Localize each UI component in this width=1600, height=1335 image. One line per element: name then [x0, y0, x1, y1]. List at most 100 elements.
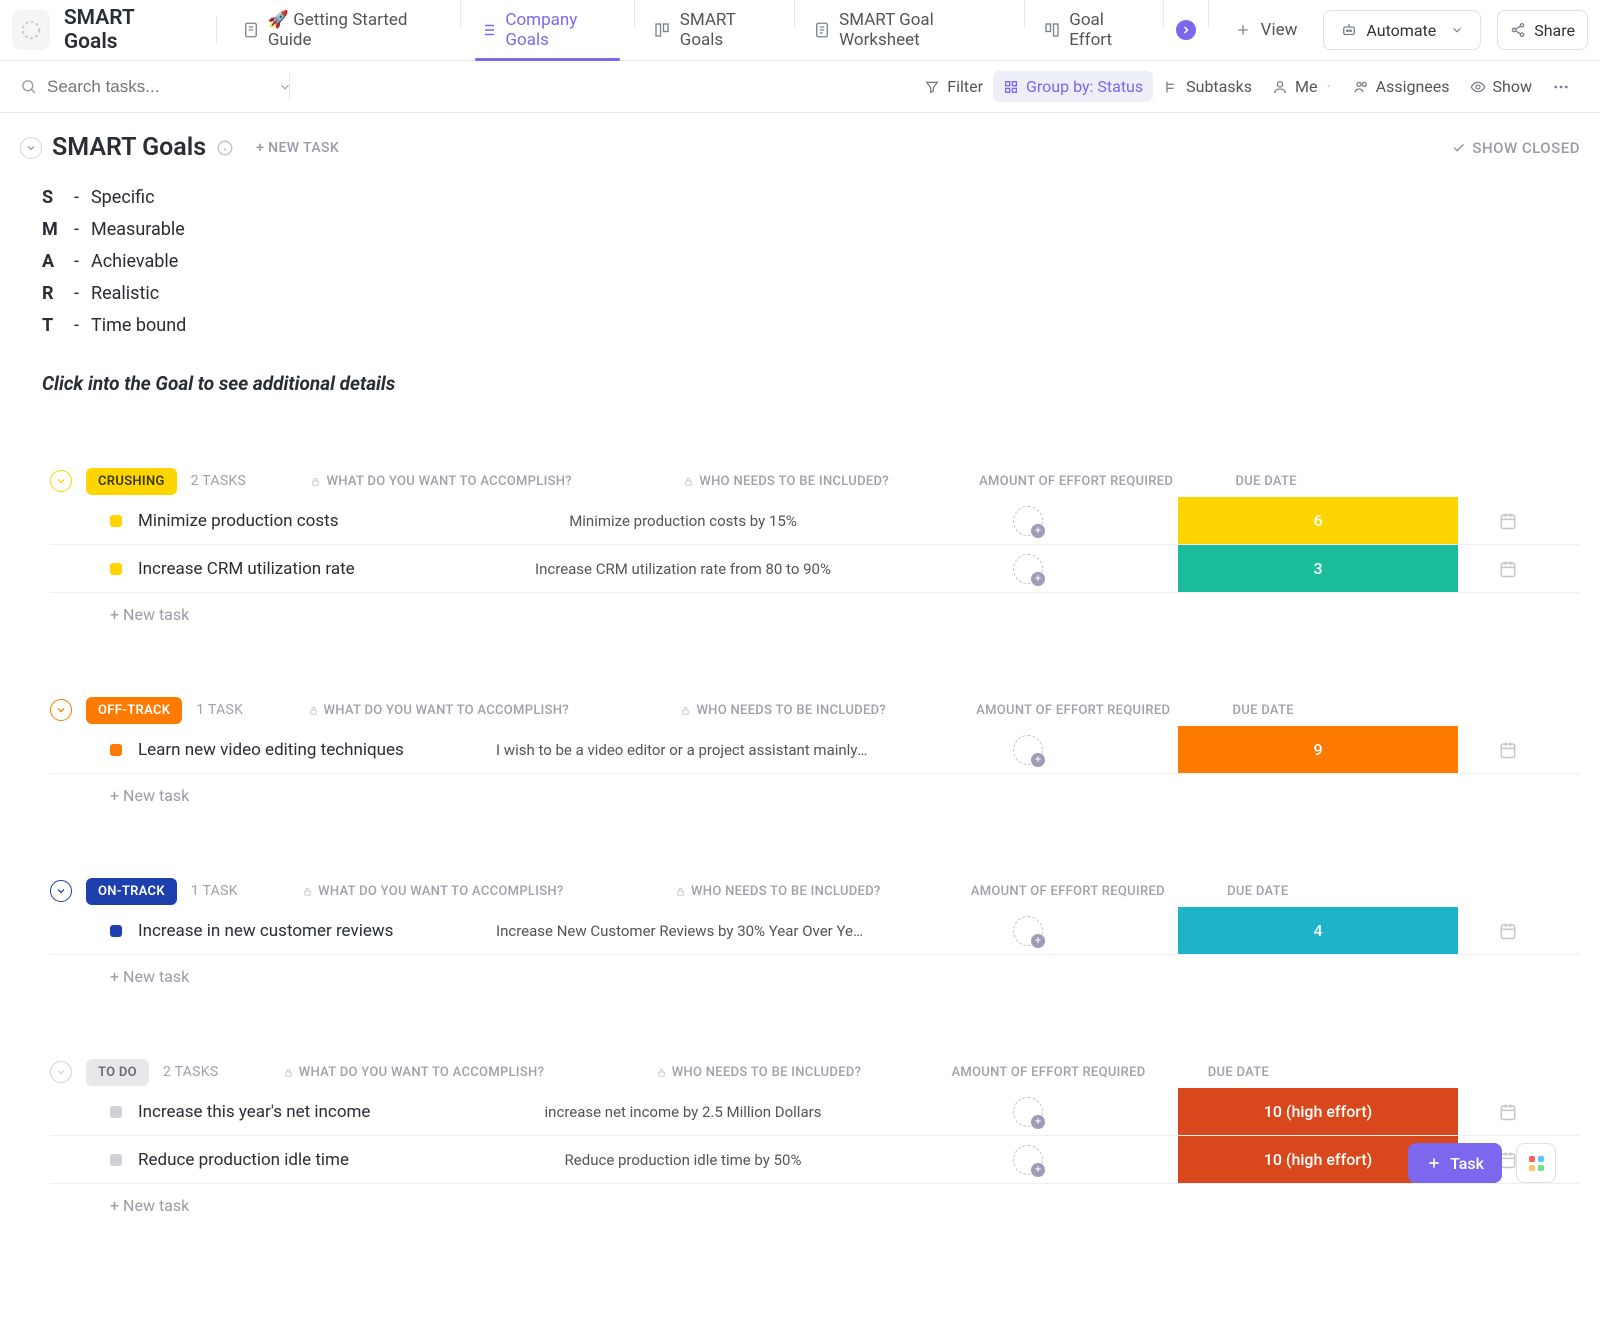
col-due[interactable]: DUE DATE	[1213, 703, 1313, 718]
task-accomplish[interactable]: Increase CRM utilization rate from 80 to…	[488, 560, 878, 578]
col-effort[interactable]: AMOUNT OF EFFORT REQUIRED	[936, 474, 1216, 489]
filter-button[interactable]: Filter	[914, 71, 993, 102]
collapse-all-icon[interactable]	[20, 137, 42, 159]
search-input[interactable]	[47, 77, 268, 97]
task-name[interactable]: Learn new video editing techniques	[138, 740, 488, 760]
task-name[interactable]: Increase this year's net income	[138, 1102, 488, 1122]
task-accomplish[interactable]: Reduce production idle time by 50%	[488, 1151, 878, 1169]
new-task-row[interactable]: + New task	[50, 774, 1580, 805]
task-due[interactable]	[1458, 1102, 1558, 1122]
col-due[interactable]: DUE DATE	[1208, 884, 1308, 899]
task-name[interactable]: Reduce production idle time	[138, 1150, 488, 1170]
collapse-icon[interactable]	[50, 880, 72, 902]
task-row[interactable]: Increase CRM utilization rateIncrease CR…	[50, 545, 1580, 593]
task-row[interactable]: Minimize production costsMinimize produc…	[50, 497, 1580, 545]
share-button[interactable]: Share	[1497, 10, 1588, 50]
task-name[interactable]: Increase CRM utilization rate	[138, 559, 488, 579]
task-due[interactable]	[1458, 921, 1558, 941]
status-dot[interactable]	[110, 515, 122, 527]
tab-smart-goal-worksheet[interactable]: SMART Goal Worksheet	[799, 0, 1020, 60]
show-closed-button[interactable]: SHOW CLOSED	[1451, 139, 1580, 157]
tab--getting-started-guide[interactable]: 🚀 Getting Started Guide	[227, 0, 456, 60]
task-include[interactable]	[878, 1145, 1178, 1175]
new-task-row[interactable]: + New task	[50, 1184, 1580, 1215]
task-row[interactable]: Learn new video editing techniquesI wish…	[50, 726, 1580, 774]
app-icon	[12, 10, 50, 50]
task-row[interactable]: Increase this year's net incomeincrease …	[50, 1088, 1580, 1136]
col-effort[interactable]: AMOUNT OF EFFORT REQUIRED	[933, 703, 1213, 718]
collapse-icon[interactable]	[50, 1061, 72, 1083]
task-effort[interactable]: 3	[1178, 545, 1458, 592]
smart-desc: Achievable	[91, 246, 178, 278]
col-accomplish[interactable]: WHAT DO YOU WANT TO ACCOMPLISH?	[243, 703, 633, 718]
task-row[interactable]: Increase in new customer reviewsIncrease…	[50, 907, 1580, 955]
collapse-icon[interactable]	[50, 699, 72, 721]
more-views-button[interactable]	[1168, 0, 1204, 60]
new-task-row[interactable]: + New task	[50, 593, 1580, 624]
me-button[interactable]: Me·	[1262, 71, 1343, 102]
task-include[interactable]	[878, 735, 1178, 765]
assignee-placeholder-icon[interactable]	[1013, 735, 1043, 765]
task-effort[interactable]: 4	[1178, 907, 1458, 954]
col-accomplish[interactable]: WHAT DO YOU WANT TO ACCOMPLISH?	[218, 1065, 608, 1080]
fab-task-button[interactable]: Task	[1408, 1143, 1502, 1183]
assignee-placeholder-icon[interactable]	[1013, 1145, 1043, 1175]
new-task-row[interactable]: + New task	[50, 955, 1580, 986]
col-include[interactable]: WHO NEEDS TO BE INCLUDED?	[633, 703, 933, 718]
task-due[interactable]	[1458, 559, 1558, 579]
status-dot[interactable]	[110, 1106, 122, 1118]
assignees-button[interactable]: Assignees	[1343, 71, 1460, 102]
new-task-button[interactable]: + NEW TASK	[256, 140, 339, 156]
task-effort[interactable]: 6	[1178, 497, 1458, 544]
status-pill[interactable]: TO DO	[86, 1059, 149, 1086]
status-dot[interactable]	[110, 563, 122, 575]
col-effort[interactable]: AMOUNT OF EFFORT REQUIRED	[928, 884, 1208, 899]
task-due[interactable]	[1458, 740, 1558, 760]
task-effort[interactable]: 10 (high effort)	[1178, 1088, 1458, 1135]
task-include[interactable]	[878, 554, 1178, 584]
task-include[interactable]	[878, 1097, 1178, 1127]
status-pill[interactable]: CRUSHING	[86, 468, 177, 495]
status-dot[interactable]	[110, 744, 122, 756]
task-accomplish[interactable]: Minimize production costs by 15%	[488, 512, 878, 530]
tab-company-goals[interactable]: Company Goals	[465, 0, 630, 60]
subtasks-button[interactable]: Subtasks	[1153, 71, 1262, 102]
task-name[interactable]: Increase in new customer reviews	[138, 921, 488, 941]
automate-button[interactable]: Automate	[1323, 10, 1481, 50]
tab-goal-effort[interactable]: Goal Effort	[1029, 0, 1159, 60]
robot-icon	[1340, 21, 1358, 39]
col-accomplish[interactable]: WHAT DO YOU WANT TO ACCOMPLISH?	[246, 474, 636, 489]
status-dot[interactable]	[110, 1154, 122, 1166]
col-include[interactable]: WHO NEEDS TO BE INCLUDED?	[608, 1065, 908, 1080]
col-due[interactable]: DUE DATE	[1188, 1065, 1288, 1080]
tab-smart-goals[interactable]: SMART Goals	[639, 0, 789, 60]
status-pill[interactable]: OFF-TRACK	[86, 697, 182, 724]
assignee-placeholder-icon[interactable]	[1013, 916, 1043, 946]
assignee-placeholder-icon[interactable]	[1013, 1097, 1043, 1127]
task-accomplish[interactable]: I wish to be a video editor or a project…	[488, 741, 878, 759]
status-dot[interactable]	[110, 925, 122, 937]
view-button[interactable]: View	[1219, 0, 1312, 60]
task-include[interactable]	[878, 916, 1178, 946]
show-button[interactable]: Show	[1460, 71, 1542, 102]
task-due[interactable]	[1458, 511, 1558, 531]
collapse-icon[interactable]	[50, 470, 72, 492]
fab-apps-button[interactable]	[1516, 1143, 1556, 1183]
task-accomplish[interactable]: increase net income by 2.5 Million Dolla…	[488, 1103, 878, 1121]
task-effort[interactable]: 9	[1178, 726, 1458, 773]
groupby-button[interactable]: Group by: Status	[993, 71, 1153, 102]
col-include[interactable]: WHO NEEDS TO BE INCLUDED?	[628, 884, 928, 899]
status-pill[interactable]: ON-TRACK	[86, 878, 177, 905]
col-accomplish[interactable]: WHAT DO YOU WANT TO ACCOMPLISH?	[238, 884, 628, 899]
assignee-placeholder-icon[interactable]	[1013, 506, 1043, 536]
more-button[interactable]	[1542, 72, 1580, 102]
col-include[interactable]: WHO NEEDS TO BE INCLUDED?	[636, 474, 936, 489]
col-effort[interactable]: AMOUNT OF EFFORT REQUIRED	[908, 1065, 1188, 1080]
task-row[interactable]: Reduce production idle timeReduce produc…	[50, 1136, 1580, 1184]
task-include[interactable]	[878, 506, 1178, 536]
task-accomplish[interactable]: Increase New Customer Reviews by 30% Yea…	[488, 922, 878, 940]
col-due[interactable]: DUE DATE	[1216, 474, 1316, 489]
info-icon[interactable]	[216, 139, 234, 157]
task-name[interactable]: Minimize production costs	[138, 511, 488, 531]
assignee-placeholder-icon[interactable]	[1013, 554, 1043, 584]
